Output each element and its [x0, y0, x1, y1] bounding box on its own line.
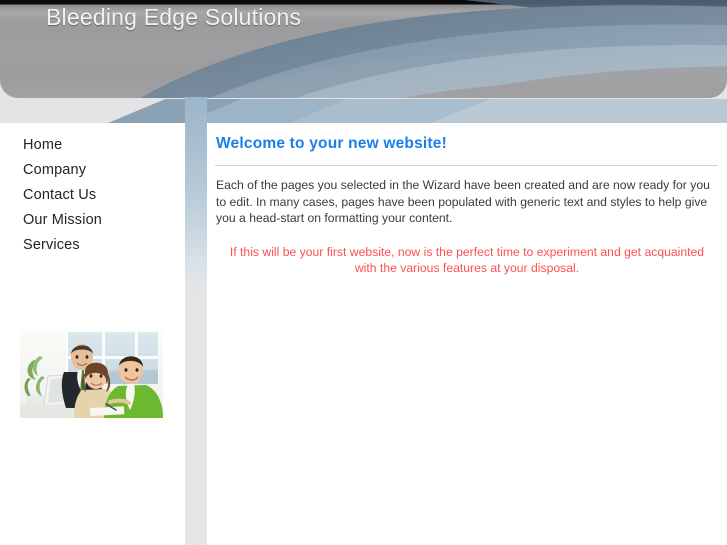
sidebar-photo [20, 330, 163, 418]
page-body: Home Company Contact Us Our Mission Serv… [0, 97, 727, 545]
under-strip-shapes [108, 99, 727, 123]
intro-paragraph: Each of the pages you selected in the Wi… [216, 178, 710, 225]
site-banner: Bleeding Edge Solutions [0, 0, 727, 99]
sidebar-item-services[interactable]: Services [23, 233, 183, 258]
main-content: Welcome to your new website! Each of the… [207, 123, 727, 545]
sidebar-item-home[interactable]: Home [23, 133, 183, 158]
page-title: Welcome to your new website! [216, 135, 447, 152]
content-inner: Welcome to your new website! Each of the… [215, 135, 718, 277]
sidebar-item-contact-us[interactable]: Contact Us [23, 183, 183, 208]
site-title: Bleeding Edge Solutions [46, 4, 302, 30]
banner-shell: Bleeding Edge Solutions [0, 0, 727, 98]
column-divider [185, 97, 207, 545]
sidebar-item-company[interactable]: Company [23, 158, 183, 183]
sidebar: Home Company Contact Us Our Mission Serv… [0, 123, 185, 545]
main-navigation: Home Company Contact Us Our Mission Serv… [23, 133, 183, 258]
business-team-photo [20, 330, 163, 418]
tip-paragraph: If this will be your first website, now … [229, 244, 705, 276]
sidebar-item-our-mission[interactable]: Our Mission [23, 208, 183, 233]
banner-under-strip [0, 99, 727, 123]
title-divider-rule [215, 165, 718, 166]
